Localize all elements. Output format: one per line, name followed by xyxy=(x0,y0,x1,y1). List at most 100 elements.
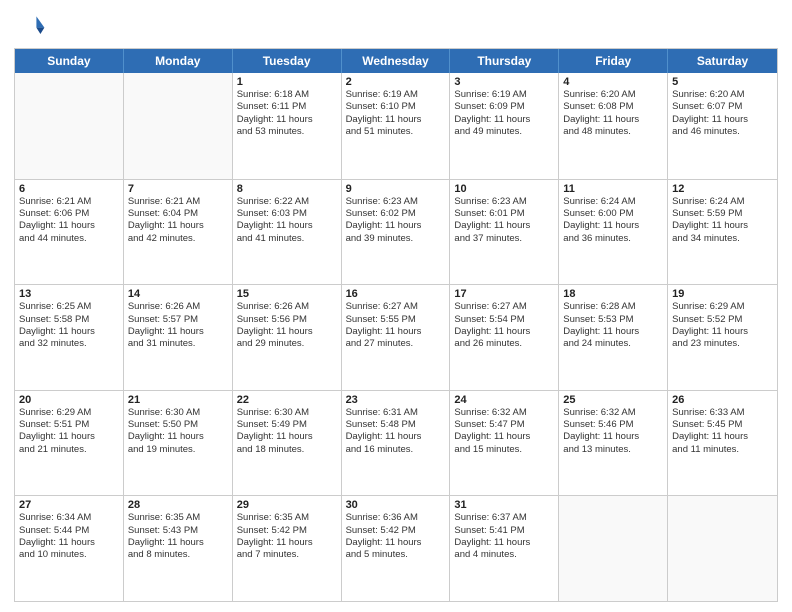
calendar-cell: 5Sunrise: 6:20 AMSunset: 6:07 PMDaylight… xyxy=(668,73,777,179)
sunrise-line: Sunrise: 6:35 AM xyxy=(128,512,228,524)
daylight-line2: and 10 minutes. xyxy=(19,549,119,561)
sunset-line: Sunset: 5:55 PM xyxy=(346,314,446,326)
day-number: 10 xyxy=(454,183,554,195)
page: SundayMondayTuesdayWednesdayThursdayFrid… xyxy=(0,0,792,612)
day-number: 16 xyxy=(346,288,446,300)
daylight-line2: and 41 minutes. xyxy=(237,233,337,245)
sunset-line: Sunset: 5:53 PM xyxy=(563,314,663,326)
calendar-cell: 4Sunrise: 6:20 AMSunset: 6:08 PMDaylight… xyxy=(559,73,668,179)
sunrise-line: Sunrise: 6:20 AM xyxy=(563,89,663,101)
day-number: 30 xyxy=(346,499,446,511)
sunset-line: Sunset: 6:09 PM xyxy=(454,101,554,113)
sunrise-line: Sunrise: 6:34 AM xyxy=(19,512,119,524)
daylight-line2: and 5 minutes. xyxy=(346,549,446,561)
daylight-line2: and 32 minutes. xyxy=(19,338,119,350)
daylight-line2: and 11 minutes. xyxy=(672,444,773,456)
sunrise-line: Sunrise: 6:24 AM xyxy=(672,196,773,208)
day-number: 28 xyxy=(128,499,228,511)
weekday-header-thursday: Thursday xyxy=(450,49,559,73)
sunset-line: Sunset: 6:01 PM xyxy=(454,208,554,220)
calendar-cell: 21Sunrise: 6:30 AMSunset: 5:50 PMDayligh… xyxy=(124,391,233,496)
daylight-line1: Daylight: 11 hours xyxy=(454,431,554,443)
sunset-line: Sunset: 5:59 PM xyxy=(672,208,773,220)
logo xyxy=(14,10,50,42)
daylight-line2: and 19 minutes. xyxy=(128,444,228,456)
daylight-line1: Daylight: 11 hours xyxy=(454,537,554,549)
sunset-line: Sunset: 5:46 PM xyxy=(563,419,663,431)
sunrise-line: Sunrise: 6:23 AM xyxy=(454,196,554,208)
sunrise-line: Sunrise: 6:23 AM xyxy=(346,196,446,208)
sunset-line: Sunset: 5:43 PM xyxy=(128,525,228,537)
calendar-row-4: 27Sunrise: 6:34 AMSunset: 5:44 PMDayligh… xyxy=(15,495,777,601)
calendar-body: 1Sunrise: 6:18 AMSunset: 6:11 PMDaylight… xyxy=(15,73,777,601)
day-number: 15 xyxy=(237,288,337,300)
calendar-cell: 18Sunrise: 6:28 AMSunset: 5:53 PMDayligh… xyxy=(559,285,668,390)
calendar-cell: 20Sunrise: 6:29 AMSunset: 5:51 PMDayligh… xyxy=(15,391,124,496)
sunrise-line: Sunrise: 6:29 AM xyxy=(19,407,119,419)
daylight-line2: and 36 minutes. xyxy=(563,233,663,245)
weekday-header-monday: Monday xyxy=(124,49,233,73)
daylight-line1: Daylight: 11 hours xyxy=(346,326,446,338)
calendar-cell: 3Sunrise: 6:19 AMSunset: 6:09 PMDaylight… xyxy=(450,73,559,179)
sunrise-line: Sunrise: 6:27 AM xyxy=(346,301,446,313)
calendar-cell: 9Sunrise: 6:23 AMSunset: 6:02 PMDaylight… xyxy=(342,180,451,285)
daylight-line1: Daylight: 11 hours xyxy=(19,431,119,443)
sunset-line: Sunset: 6:10 PM xyxy=(346,101,446,113)
day-number: 29 xyxy=(237,499,337,511)
day-number: 25 xyxy=(563,394,663,406)
daylight-line2: and 16 minutes. xyxy=(346,444,446,456)
day-number: 13 xyxy=(19,288,119,300)
calendar-cell: 22Sunrise: 6:30 AMSunset: 5:49 PMDayligh… xyxy=(233,391,342,496)
sunrise-line: Sunrise: 6:21 AM xyxy=(128,196,228,208)
calendar-cell: 2Sunrise: 6:19 AMSunset: 6:10 PMDaylight… xyxy=(342,73,451,179)
day-number: 9 xyxy=(346,183,446,195)
day-number: 6 xyxy=(19,183,119,195)
sunrise-line: Sunrise: 6:28 AM xyxy=(563,301,663,313)
daylight-line1: Daylight: 11 hours xyxy=(672,220,773,232)
sunrise-line: Sunrise: 6:29 AM xyxy=(672,301,773,313)
daylight-line2: and 46 minutes. xyxy=(672,126,773,138)
sunset-line: Sunset: 5:48 PM xyxy=(346,419,446,431)
sunset-line: Sunset: 5:42 PM xyxy=(237,525,337,537)
day-number: 3 xyxy=(454,76,554,88)
daylight-line1: Daylight: 11 hours xyxy=(346,431,446,443)
day-number: 23 xyxy=(346,394,446,406)
sunrise-line: Sunrise: 6:27 AM xyxy=(454,301,554,313)
daylight-line1: Daylight: 11 hours xyxy=(563,326,663,338)
daylight-line2: and 34 minutes. xyxy=(672,233,773,245)
daylight-line1: Daylight: 11 hours xyxy=(128,431,228,443)
daylight-line2: and 23 minutes. xyxy=(672,338,773,350)
sunset-line: Sunset: 6:02 PM xyxy=(346,208,446,220)
sunset-line: Sunset: 5:47 PM xyxy=(454,419,554,431)
calendar-row-2: 13Sunrise: 6:25 AMSunset: 5:58 PMDayligh… xyxy=(15,284,777,390)
sunrise-line: Sunrise: 6:21 AM xyxy=(19,196,119,208)
day-number: 31 xyxy=(454,499,554,511)
calendar-cell xyxy=(15,73,124,179)
calendar-cell: 11Sunrise: 6:24 AMSunset: 6:00 PMDayligh… xyxy=(559,180,668,285)
weekday-header-saturday: Saturday xyxy=(668,49,777,73)
sunrise-line: Sunrise: 6:33 AM xyxy=(672,407,773,419)
calendar-cell: 12Sunrise: 6:24 AMSunset: 5:59 PMDayligh… xyxy=(668,180,777,285)
daylight-line1: Daylight: 11 hours xyxy=(454,326,554,338)
daylight-line2: and 44 minutes. xyxy=(19,233,119,245)
weekday-header-wednesday: Wednesday xyxy=(342,49,451,73)
day-number: 8 xyxy=(237,183,337,195)
daylight-line2: and 27 minutes. xyxy=(346,338,446,350)
daylight-line2: and 21 minutes. xyxy=(19,444,119,456)
calendar-cell: 25Sunrise: 6:32 AMSunset: 5:46 PMDayligh… xyxy=(559,391,668,496)
day-number: 14 xyxy=(128,288,228,300)
daylight-line2: and 4 minutes. xyxy=(454,549,554,561)
day-number: 26 xyxy=(672,394,773,406)
calendar-cell: 31Sunrise: 6:37 AMSunset: 5:41 PMDayligh… xyxy=(450,496,559,601)
calendar-cell: 23Sunrise: 6:31 AMSunset: 5:48 PMDayligh… xyxy=(342,391,451,496)
sunrise-line: Sunrise: 6:30 AM xyxy=(128,407,228,419)
daylight-line1: Daylight: 11 hours xyxy=(672,326,773,338)
sunrise-line: Sunrise: 6:19 AM xyxy=(346,89,446,101)
sunset-line: Sunset: 5:56 PM xyxy=(237,314,337,326)
calendar-cell: 13Sunrise: 6:25 AMSunset: 5:58 PMDayligh… xyxy=(15,285,124,390)
daylight-line1: Daylight: 11 hours xyxy=(454,220,554,232)
calendar-cell: 17Sunrise: 6:27 AMSunset: 5:54 PMDayligh… xyxy=(450,285,559,390)
weekday-header-friday: Friday xyxy=(559,49,668,73)
calendar-cell: 24Sunrise: 6:32 AMSunset: 5:47 PMDayligh… xyxy=(450,391,559,496)
sunrise-line: Sunrise: 6:20 AM xyxy=(672,89,773,101)
